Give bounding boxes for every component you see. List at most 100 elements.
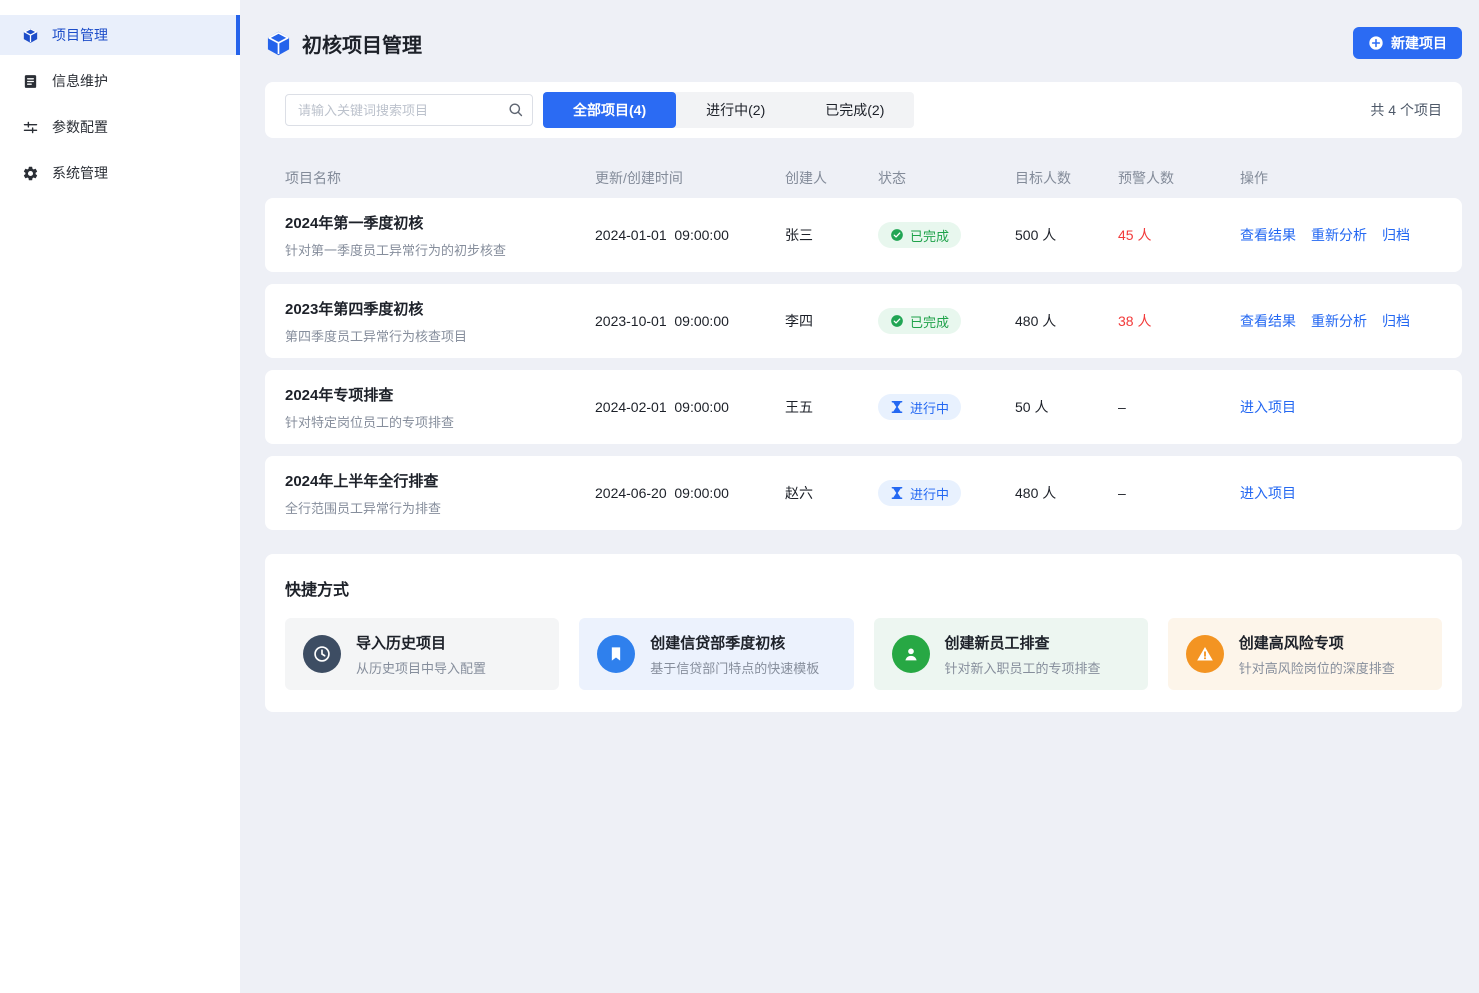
new-project-button[interactable]: 新建项目 bbox=[1353, 27, 1462, 59]
shortcut-texts: 创建新员工排查 针对新入职员工的专项排查 bbox=[945, 632, 1101, 677]
app: 项目管理 信息维护 参数配置 系统管理 初核项目管理 新建项目 bbox=[0, 0, 1479, 993]
shortcut-import-history[interactable]: 导入历史项目 从历史项目中导入配置 bbox=[285, 618, 559, 690]
project-name: 2024年第一季度初核 bbox=[285, 212, 595, 233]
project-time: 2024-02-01 09:00:00 bbox=[595, 399, 785, 415]
sidebar-nav: 项目管理 信息维护 参数配置 系统管理 bbox=[0, 15, 240, 193]
user-icon bbox=[892, 635, 930, 673]
sidebar-item-label: 信息维护 bbox=[52, 71, 108, 91]
column-header: 创建人 bbox=[785, 168, 878, 188]
cube-icon bbox=[22, 27, 39, 44]
row-actions: 进入项目 bbox=[1240, 483, 1442, 503]
status-label: 进行中 bbox=[910, 484, 949, 503]
warning-count: – bbox=[1118, 485, 1240, 501]
cube-icon bbox=[265, 30, 292, 57]
shortcut-subtitle: 基于信贷部门特点的快速模板 bbox=[650, 658, 819, 677]
hourglass-icon bbox=[890, 400, 904, 414]
warning-icon bbox=[1186, 635, 1224, 673]
status-cell: 进行中 bbox=[878, 480, 1015, 506]
column-header: 目标人数 bbox=[1015, 168, 1118, 188]
sidebar-item-projects[interactable]: 项目管理 bbox=[0, 15, 240, 55]
column-header: 更新/创建时间 bbox=[595, 168, 785, 188]
shortcut-subtitle: 针对高风险岗位的深度排查 bbox=[1239, 658, 1395, 677]
target-count: 500 人 bbox=[1015, 225, 1118, 245]
warning-count: 38 人 bbox=[1118, 311, 1240, 331]
shortcut-texts: 创建信贷部季度初核 基于信贷部门特点的快速模板 bbox=[650, 632, 819, 677]
search-icon[interactable] bbox=[507, 101, 524, 118]
table-row: 2024年第一季度初核 针对第一季度员工异常行为的初步核查 2024-01-01… bbox=[265, 198, 1462, 272]
tab-running[interactable]: 进行中(2) bbox=[676, 92, 795, 128]
shortcut-credit-quarterly[interactable]: 创建信贷部季度初核 基于信贷部门特点的快速模板 bbox=[579, 618, 853, 690]
main-content: 初核项目管理 新建项目 全部项目(4)进行中(2)已完成(2) 共 4 个项目 … bbox=[240, 0, 1479, 993]
sidebar-item-params[interactable]: 参数配置 bbox=[0, 107, 240, 147]
sidebar-item-label: 项目管理 bbox=[52, 25, 108, 45]
column-header: 状态 bbox=[878, 168, 1015, 188]
sidebar: 项目管理 信息维护 参数配置 系统管理 bbox=[0, 0, 240, 993]
shortcut-new-employee[interactable]: 创建新员工排查 针对新入职员工的专项排查 bbox=[874, 618, 1148, 690]
project-name-cell: 2023年第四季度初核 第四季度员工异常行为核查项目 bbox=[285, 298, 595, 345]
action-reanalyze[interactable]: 重新分析 bbox=[1311, 313, 1367, 329]
action-view-results[interactable]: 查看结果 bbox=[1240, 227, 1296, 243]
page-title: 初核项目管理 bbox=[302, 29, 422, 58]
toolbar: 全部项目(4)进行中(2)已完成(2) 共 4 个项目 bbox=[265, 82, 1462, 138]
row-actions: 查看结果重新分析归档 bbox=[1240, 311, 1442, 331]
project-creator: 李四 bbox=[785, 311, 878, 331]
table-header: 项目名称更新/创建时间创建人状态目标人数预警人数操作 bbox=[265, 158, 1462, 198]
sidebar-item-info[interactable]: 信息维护 bbox=[0, 61, 240, 101]
project-list: 2024年第一季度初核 针对第一季度员工异常行为的初步核查 2024-01-01… bbox=[265, 198, 1462, 530]
project-creator: 赵六 bbox=[785, 483, 878, 503]
action-enter-project[interactable]: 进入项目 bbox=[1240, 485, 1296, 501]
search-input[interactable] bbox=[285, 94, 533, 126]
table-row: 2024年上半年全行排查 全行范围员工异常行为排查 2024-06-20 09:… bbox=[265, 456, 1462, 530]
warning-count: – bbox=[1118, 399, 1240, 415]
status-badge: 进行中 bbox=[878, 480, 961, 506]
table-row: 2023年第四季度初核 第四季度员工异常行为核查项目 2023-10-01 09… bbox=[265, 284, 1462, 358]
check-circle-icon bbox=[890, 228, 904, 242]
project-time: 2024-01-01 09:00:00 bbox=[595, 227, 785, 243]
shortcut-subtitle: 从历史项目中导入配置 bbox=[356, 658, 486, 677]
status-label: 已完成 bbox=[910, 312, 949, 331]
project-count: 共 4 个项目 bbox=[1370, 100, 1442, 120]
tab-done[interactable]: 已完成(2) bbox=[795, 92, 914, 128]
page-header: 初核项目管理 新建项目 bbox=[265, 26, 1462, 60]
document-icon bbox=[22, 73, 39, 90]
target-count: 50 人 bbox=[1015, 397, 1118, 417]
column-header: 项目名称 bbox=[285, 168, 595, 188]
bookmark-icon bbox=[597, 635, 635, 673]
project-time: 2024-06-20 09:00:00 bbox=[595, 485, 785, 501]
action-archive[interactable]: 归档 bbox=[1382, 227, 1410, 243]
table-row: 2024年专项排查 针对特定岗位员工的专项排查 2024-02-01 09:00… bbox=[265, 370, 1462, 444]
shortcut-subtitle: 针对新入职员工的专项排查 bbox=[945, 658, 1101, 677]
project-creator: 张三 bbox=[785, 225, 878, 245]
column-header: 预警人数 bbox=[1118, 168, 1240, 188]
shortcut-high-risk[interactable]: 创建高风险专项 针对高风险岗位的深度排查 bbox=[1168, 618, 1442, 690]
action-archive[interactable]: 归档 bbox=[1382, 313, 1410, 329]
shortcut-title: 创建信贷部季度初核 bbox=[650, 632, 819, 653]
plus-circle-icon bbox=[1368, 35, 1384, 51]
sidebar-item-system[interactable]: 系统管理 bbox=[0, 153, 240, 193]
status-badge: 已完成 bbox=[878, 222, 961, 248]
action-view-results[interactable]: 查看结果 bbox=[1240, 313, 1296, 329]
project-name-cell: 2024年第一季度初核 针对第一季度员工异常行为的初步核查 bbox=[285, 212, 595, 259]
target-count: 480 人 bbox=[1015, 311, 1118, 331]
sliders-icon bbox=[22, 119, 39, 136]
new-project-label: 新建项目 bbox=[1391, 33, 1447, 53]
row-actions: 查看结果重新分析归档 bbox=[1240, 225, 1442, 245]
project-name: 2023年第四季度初核 bbox=[285, 298, 595, 319]
status-cell: 已完成 bbox=[878, 308, 1015, 334]
row-actions: 进入项目 bbox=[1240, 397, 1442, 417]
sidebar-item-label: 参数配置 bbox=[52, 117, 108, 137]
target-count: 480 人 bbox=[1015, 483, 1118, 503]
status-cell: 已完成 bbox=[878, 222, 1015, 248]
tab-all[interactable]: 全部项目(4) bbox=[543, 92, 676, 128]
action-enter-project[interactable]: 进入项目 bbox=[1240, 399, 1296, 415]
status-badge: 已完成 bbox=[878, 308, 961, 334]
gear-icon bbox=[22, 165, 39, 182]
project-description: 第四季度员工异常行为核查项目 bbox=[285, 326, 595, 345]
status-cell: 进行中 bbox=[878, 394, 1015, 420]
shortcut-texts: 创建高风险专项 针对高风险岗位的深度排查 bbox=[1239, 632, 1395, 677]
project-name-cell: 2024年上半年全行排查 全行范围员工异常行为排查 bbox=[285, 470, 595, 517]
status-badge: 进行中 bbox=[878, 394, 961, 420]
action-reanalyze[interactable]: 重新分析 bbox=[1311, 227, 1367, 243]
check-circle-icon bbox=[890, 314, 904, 328]
page-title-wrap: 初核项目管理 bbox=[265, 29, 422, 58]
